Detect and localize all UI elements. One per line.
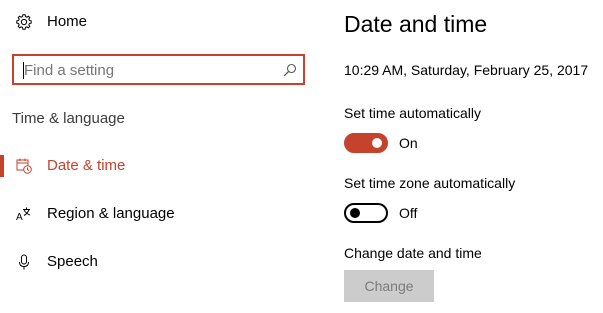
main-content: Date and time 10:29 AM, Saturday, Februa… [344, 0, 603, 313]
sidebar-item-label: Date & time [47, 157, 126, 174]
set-time-zone-automatically-toggle[interactable] [344, 203, 388, 223]
sidebar-group-title: Time & language [12, 110, 125, 127]
current-datetime: 10:29 AM, Saturday, February 25, 2017 [344, 62, 589, 78]
set-time-zone-automatically-label: Set time zone automatically [344, 175, 516, 191]
set-time-zone-automatically-state: Off [399, 205, 418, 221]
home-label: Home [47, 13, 88, 30]
sidebar: Home Time & language [0, 0, 320, 313]
microphone-icon [16, 254, 32, 270]
change-date-time-label: Change date and time [344, 245, 482, 261]
svg-text:A: A [16, 212, 23, 222]
sidebar-item-speech[interactable]: Speech [0, 245, 300, 279]
sidebar-item-region-language[interactable]: A Region & language [0, 197, 300, 231]
sidebar-item-date-time[interactable]: Date & time [0, 149, 300, 183]
gear-icon [16, 14, 32, 30]
set-time-automatically-state: On [399, 135, 418, 151]
search-icon[interactable] [283, 63, 297, 77]
home-nav-item[interactable]: Home [0, 6, 300, 38]
set-time-automatically-toggle[interactable] [344, 133, 388, 153]
change-button[interactable]: Change [344, 270, 434, 302]
set-time-automatically-label: Set time automatically [344, 105, 481, 121]
toggle-knob [350, 208, 360, 218]
sidebar-item-label: Speech [47, 253, 98, 270]
region-language-icon: A [16, 206, 32, 223]
toggle-knob [372, 138, 382, 148]
page-title: Date and time [344, 11, 488, 37]
settings-window: Home Time & language [0, 0, 603, 313]
calendar-clock-icon [16, 158, 32, 174]
sidebar-item-label: Region & language [47, 205, 175, 222]
active-indicator [0, 155, 4, 177]
search-box[interactable] [12, 54, 305, 85]
search-input[interactable] [24, 61, 274, 79]
